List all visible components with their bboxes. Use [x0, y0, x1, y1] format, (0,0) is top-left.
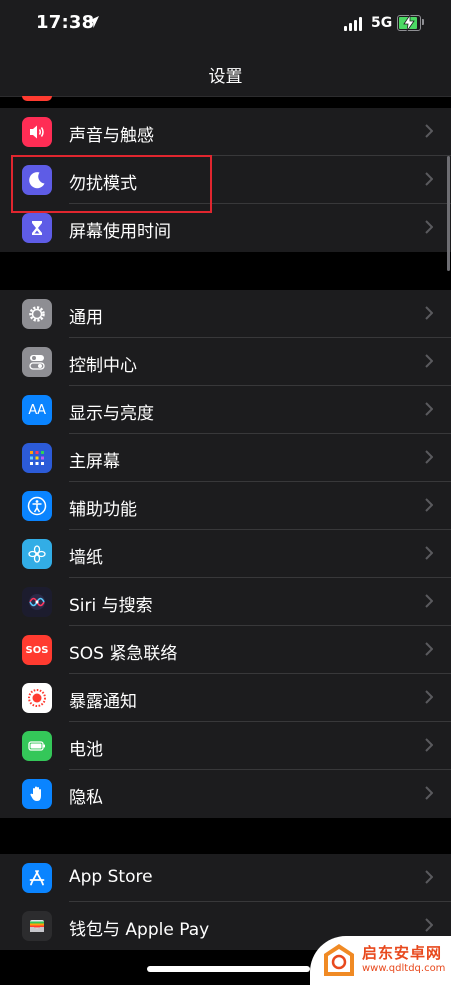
nav-bar: 设置: [0, 48, 451, 97]
settings-row-privacy[interactable]: 隐私: [0, 770, 451, 818]
battery-icon: [22, 731, 52, 761]
chevron-right-icon: [425, 220, 433, 234]
chevron-right-icon: [425, 642, 433, 656]
wallet-icon: [22, 911, 52, 941]
chevron-right-icon: [425, 786, 433, 800]
appstore-icon: [22, 863, 52, 893]
accessibility-icon: [22, 491, 52, 521]
settings-row-label: 暴露通知: [69, 692, 137, 712]
flower-icon: [22, 539, 52, 569]
settings-row-label: 电池: [69, 740, 103, 760]
settings-row-label: App Store: [69, 867, 153, 887]
highlight-box: [11, 155, 212, 213]
chevron-right-icon: [425, 738, 433, 752]
settings-row-emergency-sos[interactable]: SOS SOS 紧急联络: [0, 626, 451, 674]
status-bar: 17:38 5G: [0, 0, 451, 48]
chevron-right-icon: [425, 402, 433, 416]
settings-row-label: 隐私: [69, 788, 103, 808]
watermark: 启东安卓网 www.qdltdq.com: [310, 936, 451, 985]
settings-row-label: SOS 紧急联络: [69, 644, 178, 664]
scroll-indicator[interactable]: [447, 156, 450, 271]
watermark-url: www.qdltdq.com: [362, 963, 446, 974]
settings-row-label: 主屏幕: [69, 452, 120, 472]
settings-row-label: 控制中心: [69, 356, 137, 376]
settings-row-siri-search[interactable]: Siri 与搜索: [0, 578, 451, 626]
chevron-right-icon: [425, 918, 433, 932]
chevron-right-icon: [425, 450, 433, 464]
aa-icon-glyph: AA: [28, 402, 46, 418]
chevron-right-icon: [425, 870, 433, 884]
settings-row-exposure-notifications[interactable]: 暴露通知: [0, 674, 451, 722]
sos-icon-glyph: SOS: [25, 644, 49, 656]
settings-row-accessibility[interactable]: 辅助功能: [0, 482, 451, 530]
settings-row-control-center[interactable]: 控制中心: [0, 338, 451, 386]
settings-row-home-screen[interactable]: 主屏幕: [0, 434, 451, 482]
chevron-right-icon: [425, 354, 433, 368]
settings-row-label: 声音与触感: [69, 126, 154, 146]
home-indicator[interactable]: [147, 966, 310, 972]
settings-row-label: 辅助功能: [69, 500, 137, 520]
chevron-right-icon: [425, 594, 433, 608]
settings-row-label: 钱包与 Apple Pay: [69, 920, 210, 940]
network-type: 5G: [371, 15, 393, 31]
battery-tip: [422, 19, 424, 25]
sos-icon: SOS: [22, 635, 52, 665]
chevron-right-icon: [425, 546, 433, 560]
settings-row-wallpaper[interactable]: 墙纸: [0, 530, 451, 578]
location-arrow-icon: [87, 16, 99, 28]
hourglass-icon: [22, 213, 52, 243]
settings-row-label: 屏幕使用时间: [69, 222, 171, 242]
exposure-icon: [22, 683, 52, 713]
partially-hidden-row-icon: [22, 96, 52, 101]
settings-row-app-store[interactable]: App Store: [0, 854, 451, 902]
chevron-right-icon: [425, 306, 433, 320]
settings-row-label: 通用: [69, 308, 103, 328]
hand-icon: [22, 779, 52, 809]
watermark-logo-icon: [324, 944, 354, 976]
page-title: 设置: [208, 67, 243, 87]
settings-group-general: 通用 控制中心 AA 显示与亮度 主屏幕 辅助功能 墙纸 Siri 与搜索 SO…: [0, 290, 451, 818]
chevron-right-icon: [425, 172, 433, 186]
cellular-signal-icon: [344, 17, 364, 31]
settings-row-label: 显示与亮度: [69, 404, 154, 424]
gear-icon: [22, 299, 52, 329]
settings-row-label: Siri 与搜索: [69, 596, 153, 616]
settings-row-general[interactable]: 通用: [0, 290, 451, 338]
toggles-icon: [22, 347, 52, 377]
watermark-title: 启东安卓网: [362, 944, 443, 962]
siri-icon: [22, 587, 52, 617]
settings-row-battery[interactable]: 电池: [0, 722, 451, 770]
aa-icon: AA: [22, 395, 52, 425]
chevron-right-icon: [425, 124, 433, 138]
settings-row-display[interactable]: AA 显示与亮度: [0, 386, 451, 434]
chevron-right-icon: [425, 498, 433, 512]
settings-row-sounds[interactable]: 声音与触感: [0, 108, 451, 156]
speaker-icon: [22, 117, 52, 147]
chevron-right-icon: [425, 690, 433, 704]
settings-row-label: 墙纸: [69, 548, 103, 568]
home-grid-icon: [22, 443, 52, 473]
battery-charging-icon: [397, 15, 421, 31]
